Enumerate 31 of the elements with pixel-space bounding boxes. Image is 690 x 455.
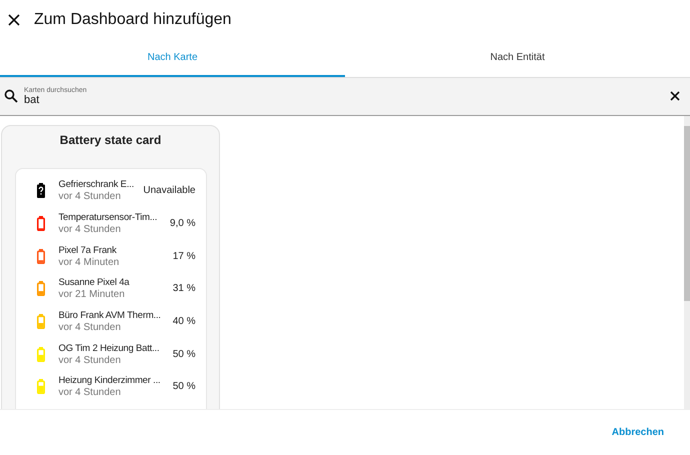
entity-name: OG Tim 2 Heizung Batt... (58, 342, 160, 355)
last-changed-text: vor 4 Stunden (58, 322, 122, 334)
last-changed-text: vor 4 Minuten (58, 256, 120, 269)
battery-state: 17 % (172, 250, 196, 262)
battery-state: 50 % (172, 381, 196, 392)
card-title: Battery state card (60, 132, 162, 147)
battery-state: 40 % (172, 316, 196, 328)
cancel-button[interactable]: Abbrechen (606, 426, 670, 440)
search-input[interactable]: bat (24, 94, 664, 106)
entity-name: Büro Frank AVM Therm... (58, 309, 162, 322)
battery-state: 31 % (172, 283, 196, 294)
battery-state: 9,0 % (170, 218, 196, 230)
card-preview[interactable] (1, 124, 220, 410)
entity-name: Susanne Pixel 4a (58, 276, 130, 290)
scrollbar[interactable] (684, 116, 690, 410)
clear-icon[interactable] (670, 91, 680, 102)
last-changed-text: vor 4 Stunden (58, 354, 122, 367)
dialog-title: Zum Dashboard hinzufügen (34, 10, 232, 29)
entity-name: Gefrierschrank E... (58, 178, 135, 192)
tab[interactable]: Nach Entität (345, 40, 690, 77)
entity-name: Heizung Kinderzimmer ... (58, 374, 162, 388)
close-icon[interactable] (8, 14, 20, 26)
battery-state: Unavailable (143, 185, 196, 196)
battery-state: 50 % (172, 348, 196, 360)
last-changed-text: vor 4 Stunden (58, 387, 122, 400)
last-changed-text: vor 4 Stunden (58, 224, 122, 236)
entity-name: Pixel 7a Frank (58, 244, 118, 257)
entity-name: Temperatursensor-Tim... (58, 211, 158, 224)
last-changed-text: vor 21 Minuten (58, 289, 126, 302)
last-changed-text: vor 4 Stunden (58, 191, 122, 204)
search-icon (4, 89, 18, 104)
